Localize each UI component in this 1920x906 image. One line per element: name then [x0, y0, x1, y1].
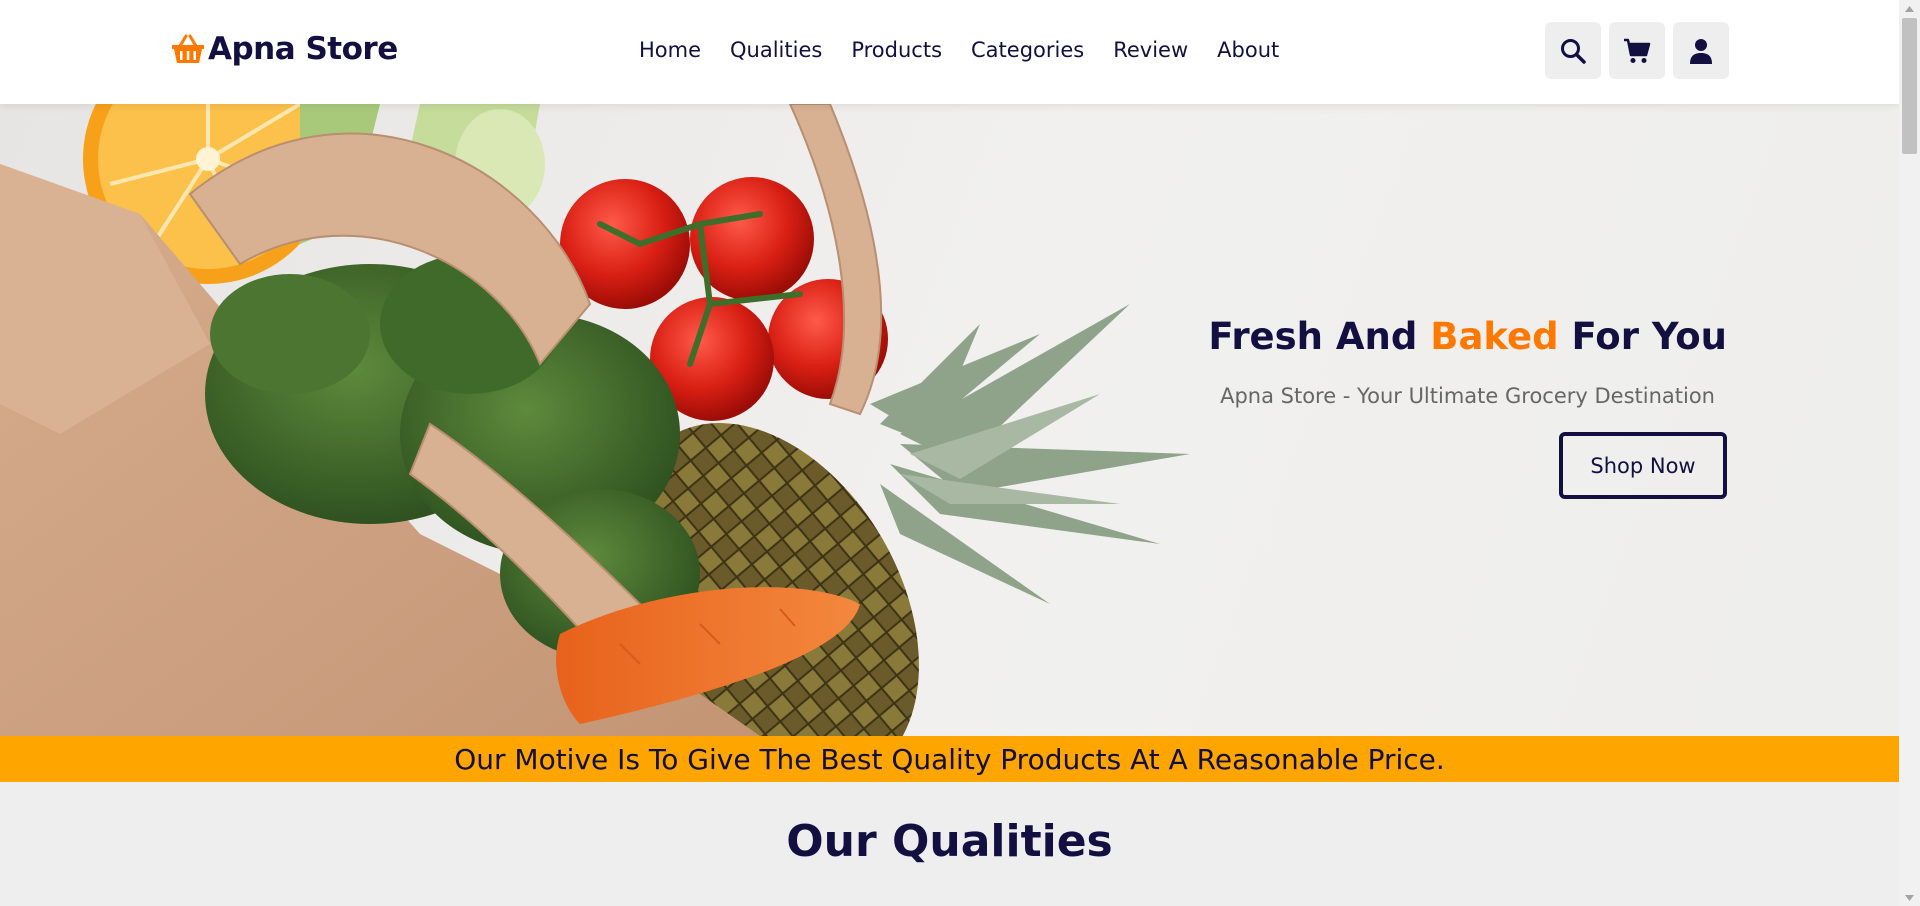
basket-icon [172, 34, 204, 63]
hero-title-accent: Baked [1430, 315, 1559, 358]
hero-subtitle: Apna Store - Your Ultimate Grocery Desti… [1220, 384, 1715, 408]
site-header: Apna Store Home Qualities Products Categ… [0, 0, 1899, 104]
hero-content: Fresh And Baked For You Apna Store - You… [1208, 315, 1727, 499]
nav-qualities[interactable]: Qualities [730, 38, 822, 62]
motive-banner: Our Motive Is To Give The Best Quality P… [0, 736, 1899, 782]
nav-review[interactable]: Review [1113, 38, 1188, 62]
hero-title: Fresh And Baked For You [1208, 315, 1727, 358]
logo-link[interactable]: Apna Store [170, 31, 398, 67]
logo-text: Apna Store [208, 31, 398, 67]
cart-button[interactable] [1609, 22, 1665, 79]
hero-groceries-image [0, 104, 1190, 736]
nav-about[interactable]: About [1217, 38, 1279, 62]
nav-categories[interactable]: Categories [971, 38, 1084, 62]
nav-products[interactable]: Products [851, 38, 942, 62]
motive-banner-text: Our Motive Is To Give The Best Quality P… [454, 742, 1445, 776]
user-icon [1690, 38, 1712, 64]
search-icon [1561, 38, 1586, 64]
search-button[interactable] [1545, 22, 1601, 79]
main-nav: Home Qualities Products Categories Revie… [639, 38, 1279, 62]
header-icons [1545, 22, 1729, 79]
qualities-section-title: Our Qualities [786, 816, 1113, 867]
hero-title-part1: Fresh And [1208, 315, 1431, 358]
nav-home[interactable]: Home [639, 38, 701, 62]
hero-section: Fresh And Baked For You Apna Store - You… [0, 104, 1899, 736]
page-scrollbar[interactable] [1899, 0, 1920, 906]
user-button[interactable] [1673, 22, 1729, 79]
scrollbar-thumb[interactable] [1902, 18, 1917, 154]
scroll-up-arrow-icon[interactable] [1899, 0, 1920, 17]
page: Apna Store Home Qualities Products Categ… [0, 0, 1899, 906]
cart-icon [1624, 38, 1651, 63]
scroll-down-arrow-icon[interactable] [1899, 889, 1920, 906]
shop-now-button[interactable]: Shop Now [1559, 432, 1727, 499]
hero-title-part2: For You [1558, 315, 1728, 358]
